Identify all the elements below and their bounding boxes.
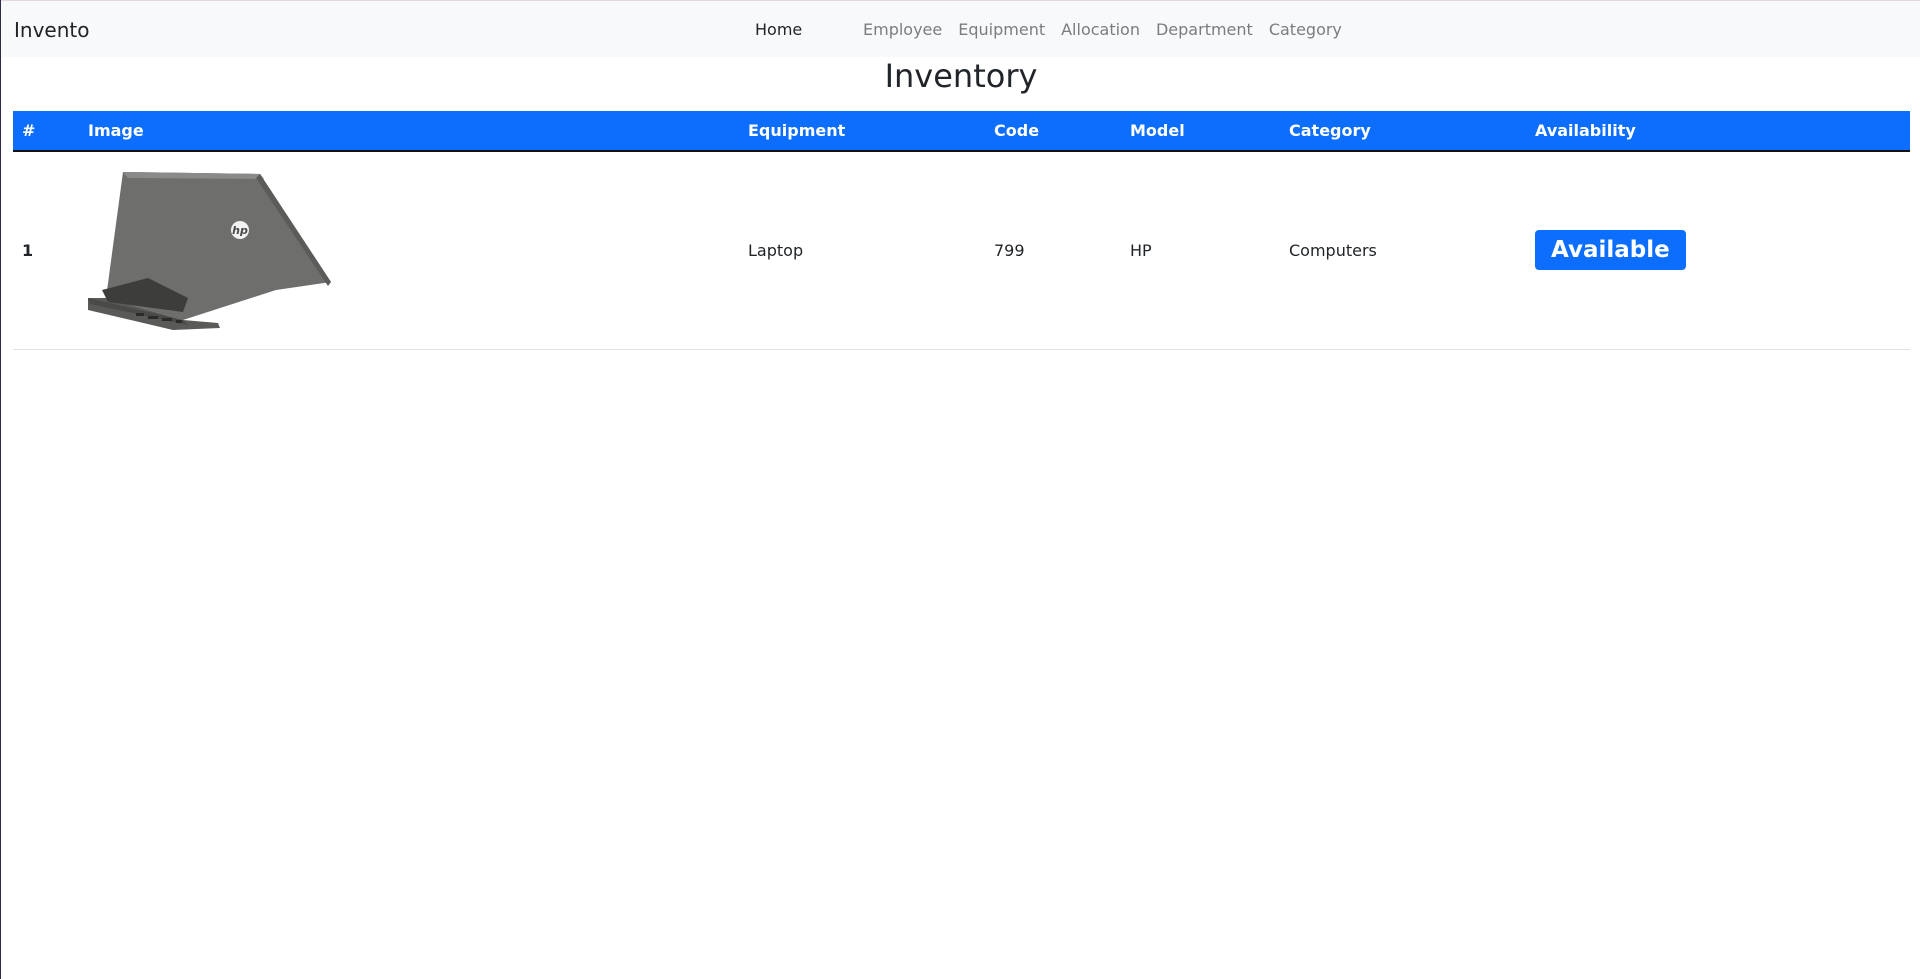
inventory-table-container: # Image Equipment Code Model Category Av… <box>13 111 1910 350</box>
header-category: Category <box>1280 111 1526 152</box>
header-equipment: Equipment <box>739 111 985 152</box>
nav-category[interactable]: Category <box>1269 20 1342 40</box>
row-equipment: Laptop <box>739 151 985 350</box>
nav-allocation[interactable]: Allocation <box>1061 20 1140 40</box>
nav-employee[interactable]: Employee <box>863 20 942 40</box>
svg-text:hp: hp <box>232 224 248 237</box>
row-model: HP <box>1121 151 1280 350</box>
navbar: Invento Home Employee Equipment Allocati… <box>1 0 1920 57</box>
header-index: # <box>13 111 79 152</box>
row-image-cell: hp <box>79 151 739 350</box>
header-availability: Availability <box>1526 111 1910 152</box>
header-code: Code <box>985 111 1121 152</box>
header-model: Model <box>1121 111 1280 152</box>
table-header-row: # Image Equipment Code Model Category Av… <box>13 111 1910 152</box>
table-row: 1 hp Laptop 799 HP Computers Available <box>13 151 1910 350</box>
nav-home[interactable]: Home <box>755 20 802 40</box>
row-index: 1 <box>13 151 79 350</box>
laptop-image: hp <box>88 172 331 331</box>
nav-equipment[interactable]: Equipment <box>958 20 1045 40</box>
nav-links: Employee Equipment Allocation Department… <box>863 20 1358 40</box>
brand-link[interactable]: Invento <box>14 18 89 42</box>
nav-department[interactable]: Department <box>1156 20 1253 40</box>
row-code: 799 <box>985 151 1121 350</box>
header-image: Image <box>79 111 739 152</box>
row-category: Computers <box>1280 151 1526 350</box>
inventory-table: # Image Equipment Code Model Category Av… <box>13 111 1910 350</box>
row-availability-cell: Available <box>1526 151 1910 350</box>
page-title: Inventory <box>884 57 1038 95</box>
availability-button[interactable]: Available <box>1535 230 1686 271</box>
